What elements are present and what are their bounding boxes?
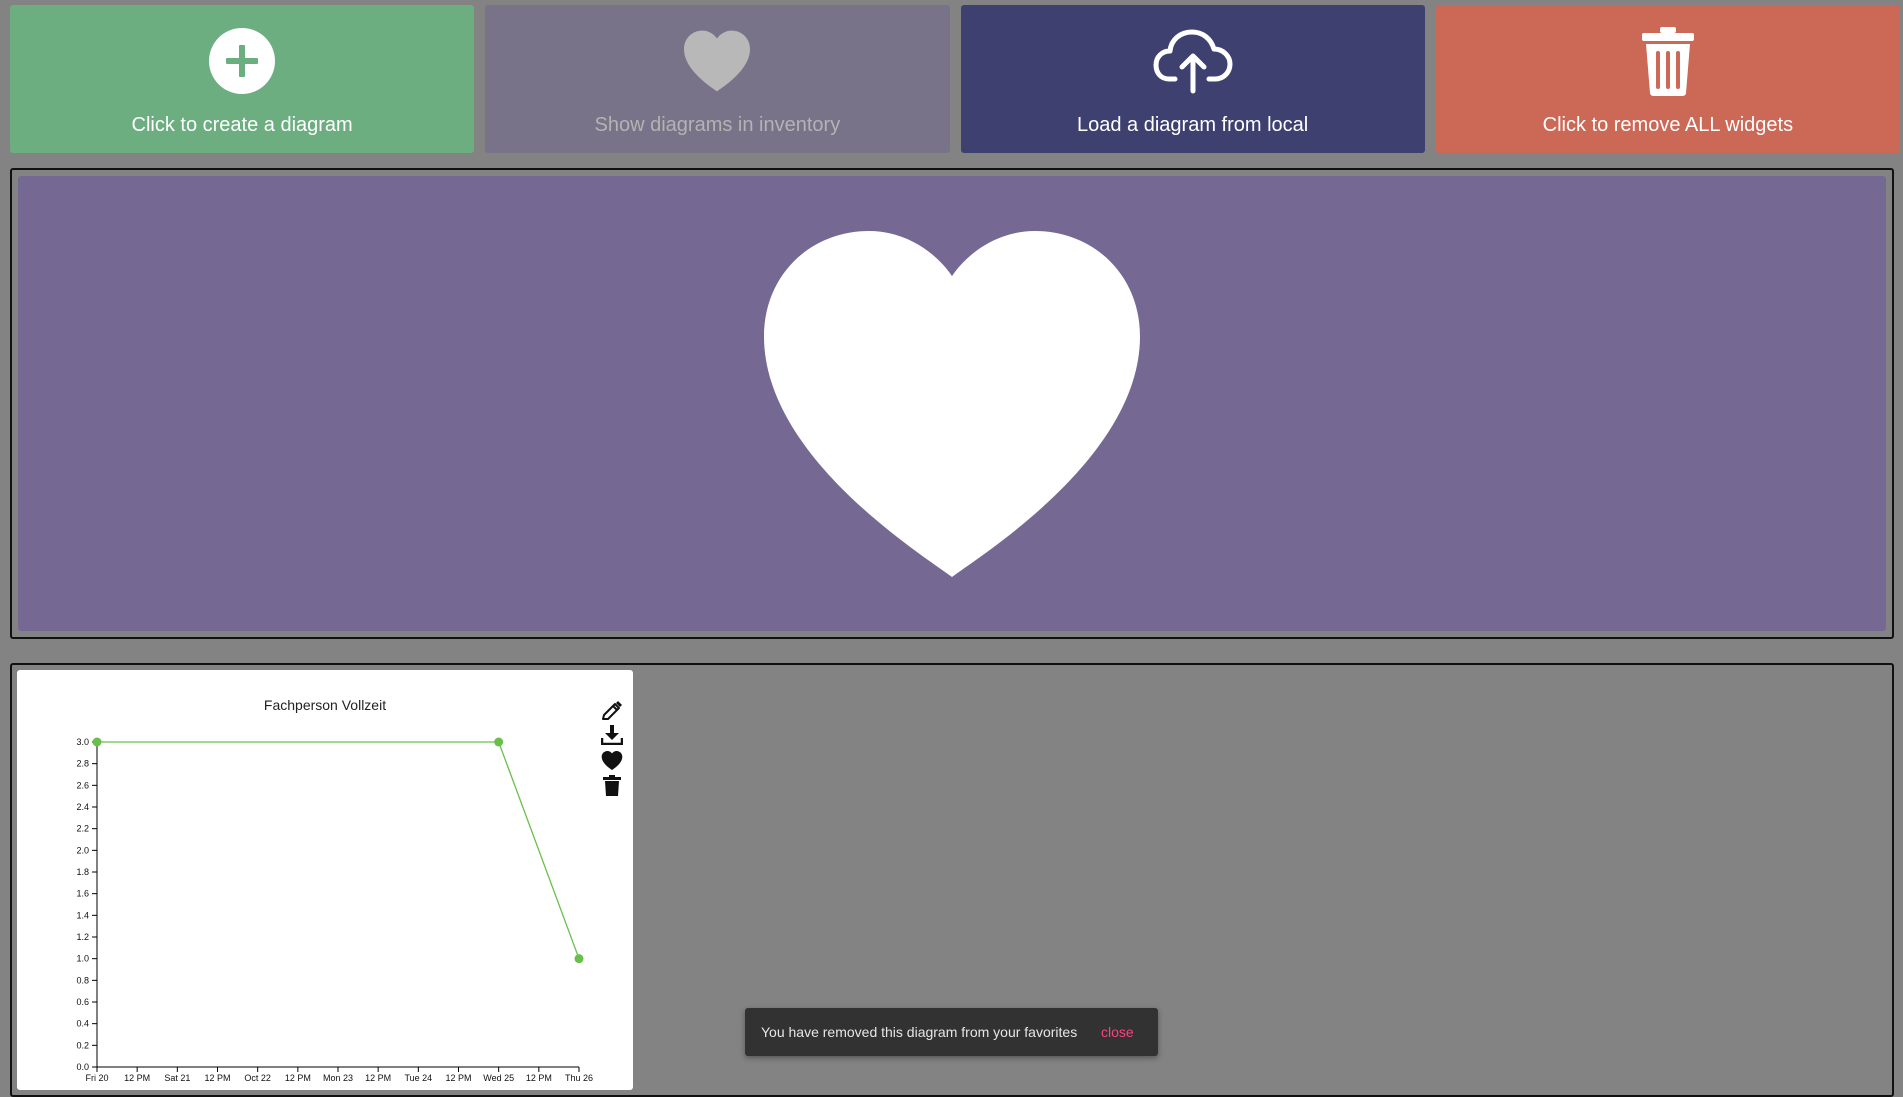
y-tick-label: 3.0 <box>76 737 89 747</box>
data-point <box>574 954 584 964</box>
download-widget-button[interactable] <box>600 724 624 746</box>
plus-circle-icon <box>209 25 276 97</box>
x-tick-label: 12 PM <box>445 1073 471 1083</box>
load-local-button[interactable]: Load a diagram from local <box>960 5 1425 153</box>
show-inventory-label: Show diagrams in inventory <box>594 114 841 136</box>
y-tick-label: 1.6 <box>76 889 89 899</box>
y-tick-label: 1.0 <box>76 954 89 964</box>
y-tick-label: 2.4 <box>76 802 89 812</box>
download-icon <box>601 725 623 745</box>
heart-icon <box>684 25 751 97</box>
favorites-panel[interactable] <box>18 176 1886 631</box>
data-point <box>494 737 504 747</box>
create-diagram-label: Click to create a diagram <box>131 114 353 136</box>
x-tick-label: Fri 20 <box>85 1073 108 1083</box>
diagram-widget: 0.0 0.2 0.4 0.6 0.8 1.0 1.2 1.4 1.6 1.8 2.0 2.2 2.4 2… <box>17 670 633 1090</box>
x-tick-label: 12 PM <box>285 1073 311 1083</box>
data-point <box>92 737 102 747</box>
heart-icon <box>764 230 1140 577</box>
snackbar-close-button[interactable]: close <box>1101 1024 1134 1040</box>
x-tick-label: Mon 23 <box>323 1073 353 1083</box>
cloud-upload-icon <box>1153 25 1233 97</box>
show-inventory-button[interactable]: Show diagrams in inventory <box>485 5 950 153</box>
x-tick-label: 12 PM <box>365 1073 391 1083</box>
remove-all-widgets-label: Click to remove ALL widgets <box>1542 114 1794 136</box>
y-tick-label: 0.2 <box>76 1040 89 1050</box>
widget-actions <box>600 699 626 796</box>
x-tick-label: Oct 22 <box>244 1073 271 1083</box>
y-tick-label: 1.2 <box>76 932 89 942</box>
toolbar: Click to create a diagram Show diagrams … <box>10 5 1900 153</box>
load-local-label: Load a diagram from local <box>1077 114 1309 136</box>
x-tick-label: Wed 25 <box>483 1073 514 1083</box>
widget-title: Fachperson Vollzeit <box>263 697 387 713</box>
y-tick-label: 0.0 <box>76 1062 89 1072</box>
series-line <box>97 741 580 959</box>
x-tick-label: 12 PM <box>124 1073 150 1083</box>
y-tick-label: 1.8 <box>76 867 89 877</box>
y-tick-label: 0.8 <box>76 975 89 985</box>
x-tick-label: 12 PM <box>204 1073 230 1083</box>
x-tick-label: Tue 24 <box>404 1073 432 1083</box>
delete-widget-button[interactable] <box>600 774 624 796</box>
x-tick-label: 12 PM <box>526 1073 552 1083</box>
y-tick-label: 2.6 <box>76 780 89 790</box>
remove-all-widgets-button[interactable]: Click to remove ALL widgets <box>1435 5 1900 153</box>
pencil-icon <box>602 701 622 720</box>
y-tick-label: 0.4 <box>76 1019 89 1029</box>
snackbar: You have removed this diagram from your … <box>745 1008 1158 1056</box>
y-tick-label: 2.8 <box>76 759 89 769</box>
favorite-widget-button[interactable] <box>600 749 624 771</box>
x-tick-label: Thu 26 <box>565 1073 593 1083</box>
x-tick-label: Sat 21 <box>164 1073 190 1083</box>
snackbar-message: You have removed this diagram from your … <box>761 1024 1078 1040</box>
favorites-section <box>10 168 1894 639</box>
y-tick-label: 1.4 <box>76 910 89 920</box>
edit-widget-button[interactable] <box>600 699 624 721</box>
line-chart: 0.0 0.2 0.4 0.6 0.8 1.0 1.2 1.4 1.6 1.8 2.0 2.2 2.4 2… <box>76 737 593 1083</box>
y-tick-label: 2.0 <box>76 845 89 855</box>
y-tick-label: 2.2 <box>76 824 89 834</box>
y-tick-label: 0.6 <box>76 997 89 1007</box>
trash-icon <box>603 774 621 796</box>
create-diagram-button[interactable]: Click to create a diagram <box>10 5 475 153</box>
heart-icon <box>601 750 623 770</box>
trash-icon <box>1638 25 1698 97</box>
